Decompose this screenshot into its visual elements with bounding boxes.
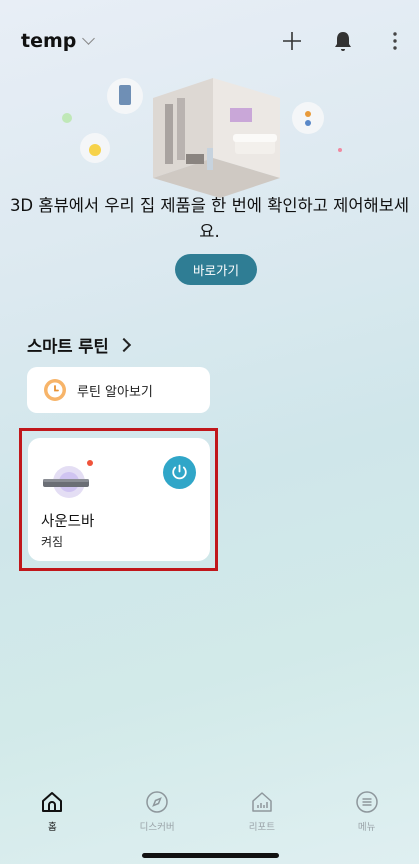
shortcut-button[interactable]: 바로가기	[175, 254, 257, 285]
nav-report[interactable]: 리포트	[210, 778, 315, 842]
report-icon	[252, 792, 272, 812]
nav-home[interactable]: 홈	[0, 778, 105, 842]
nav-discover[interactable]: 디스커버	[105, 778, 210, 842]
nav-label-report: 리포트	[248, 822, 275, 833]
nav-label-discover: 디스커버	[139, 822, 175, 833]
bell-icon[interactable]	[330, 28, 356, 54]
highlight-frame	[19, 428, 218, 571]
nav-label-home: 홈	[48, 822, 57, 833]
section-title: 스마트 루틴	[27, 337, 109, 356]
chevron-right-icon	[116, 337, 131, 353]
more-icon[interactable]	[382, 28, 408, 54]
bottom-nav: 홈 디스커버 리포트 메뉴	[0, 778, 419, 842]
top-bar: temp	[0, 24, 419, 64]
nav-menu[interactable]: 메뉴	[314, 778, 419, 842]
learn-routine-label: 루틴 알아보기	[77, 384, 153, 400]
compass-icon	[146, 791, 168, 813]
home-3d-illustration[interactable]	[55, 68, 355, 198]
home-indicator	[142, 853, 279, 858]
smart-routine-header[interactable]: 스마트 루틴	[27, 333, 131, 357]
plus-icon[interactable]	[279, 28, 305, 54]
menu-icon	[355, 791, 378, 813]
hero-message: 3D 홈뷰에서 우리 집 제품을 한 번에 확인하고 제어해보세요.	[9, 196, 410, 241]
learn-routine-card[interactable]: 루틴 알아보기	[27, 367, 210, 413]
chevron-down-icon	[82, 32, 96, 45]
home-name: temp	[21, 30, 77, 52]
nav-label-menu: 메뉴	[357, 822, 376, 833]
clock-icon	[43, 378, 67, 402]
home-selector[interactable]: temp	[21, 30, 96, 52]
home-icon	[42, 792, 63, 812]
